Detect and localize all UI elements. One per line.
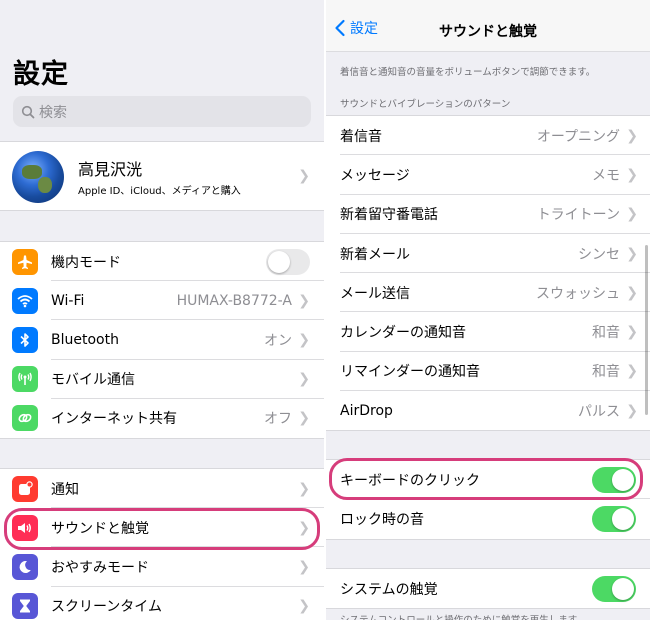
volume-caption: 着信音と通知音の音量をボリュームボタンで調節できます。 (340, 67, 596, 78)
row-label: インターネット共有 (51, 411, 177, 428)
row-label: スクリーンタイム (51, 599, 163, 616)
row-new-mail-tone[interactable]: 新着メール シンセ ❯ (326, 234, 650, 274)
chevron-right-icon: ❯ (298, 292, 310, 309)
row-label: 新着留守番電話 (340, 207, 438, 224)
connectivity-group: 機内モード Wi-Fi HUMAX-B8772-A ❯ Bluetooth オン… (0, 241, 324, 439)
row-bluetooth[interactable]: Bluetooth オン ❯ (0, 320, 324, 360)
row-screen-time[interactable]: スクリーンタイム ❯ (0, 587, 324, 620)
sound-patterns-group: 着信音 オープニング ❯ メッセージ メモ ❯ 新着留守番電話 トライトーン ❯… (326, 115, 650, 432)
row-label: モバイル通信 (51, 372, 135, 389)
row-system-haptics: システムの触覚 (326, 569, 650, 608)
chevron-right-icon: ❯ (626, 363, 638, 380)
row-value: シンセ (578, 246, 620, 263)
system-haptics-toggle[interactable] (592, 575, 636, 602)
chevron-right-icon: ❯ (626, 127, 638, 144)
chevron-right-icon: ❯ (626, 245, 638, 262)
row-lock-sound: ロック時の音 (326, 499, 650, 538)
row-label: ロック時の音 (340, 511, 424, 528)
row-reminder-alerts[interactable]: リマインダーの通知音 和音 ❯ (326, 352, 650, 392)
apple-id-row[interactable]: 高見沢洸 Apple ID、iCloud、メディアと購入 ❯ (0, 141, 324, 211)
search-icon (21, 105, 35, 118)
chevron-right-icon: ❯ (626, 166, 638, 183)
antenna-icon (12, 366, 38, 393)
chevron-right-icon: ❯ (626, 324, 638, 341)
chevron-right-icon: ❯ (626, 402, 638, 419)
row-mobile-data[interactable]: モバイル通信 ❯ (0, 360, 324, 399)
airplane-mode-toggle[interactable] (266, 248, 310, 275)
navigation-bar: 設定 サウンドと触覚 (326, 0, 650, 52)
row-label: AirDrop (340, 402, 393, 419)
row-calendar-alerts[interactable]: カレンダーの通知音 和音 ❯ (326, 312, 650, 352)
row-value: オープニング (536, 128, 620, 145)
row-label: Bluetooth (51, 331, 119, 348)
row-label: システムの触覚 (340, 581, 438, 598)
haptics-group: システムの触覚 (326, 568, 650, 610)
profile-subtitle: Apple ID、iCloud、メディアと購入 (78, 186, 241, 197)
bluetooth-icon (12, 326, 38, 353)
row-label: Wi-Fi (51, 292, 85, 309)
row-label: 新着メール (340, 246, 410, 263)
hourglass-icon (12, 593, 38, 620)
row-label: 機内モード (51, 254, 121, 271)
chevron-right-icon: ❯ (626, 284, 638, 301)
nav-title: サウンドと触覚 (439, 24, 537, 40)
row-value: 和音 (592, 325, 620, 342)
row-label: メッセージ (340, 167, 410, 184)
row-value: 和音 (592, 364, 620, 381)
settings-pane: 設定 検索 高見沢洸 Apple ID、iCloud、メディアと購入 ❯ 機内モ… (0, 0, 324, 620)
chevron-right-icon: ❯ (298, 168, 310, 184)
row-value: オン (264, 332, 292, 349)
row-label: おやすみモード (51, 559, 149, 576)
row-value: HUMAX-B8772-A (176, 292, 292, 309)
row-label: カレンダーの通知音 (340, 325, 466, 342)
row-value: スウォッシュ (536, 285, 620, 302)
row-label: 通知 (51, 481, 79, 498)
search-placeholder: 検索 (39, 104, 67, 121)
row-do-not-disturb[interactable]: おやすみモード ❯ (0, 547, 324, 587)
airplane-icon (12, 248, 38, 275)
sounds-highlight-annotation (4, 508, 320, 550)
row-value: メモ (592, 167, 620, 184)
chevron-right-icon: ❯ (298, 410, 310, 427)
chevron-right-icon: ❯ (298, 371, 310, 388)
row-value: オフ (264, 411, 292, 428)
row-message-tone[interactable]: メッセージ メモ ❯ (326, 155, 650, 195)
row-ringtone[interactable]: 着信音 オープニング ❯ (326, 116, 650, 156)
row-personal-hotspot[interactable]: インターネット共有 オフ ❯ (0, 399, 324, 438)
row-wifi[interactable]: Wi-Fi HUMAX-B8772-A ❯ (0, 281, 324, 321)
keyboard-clicks-highlight-annotation (329, 458, 643, 500)
row-value: トライトーン (536, 207, 620, 224)
moon-icon (12, 553, 38, 580)
page-title: 設定 (13, 59, 69, 90)
avatar (12, 151, 64, 203)
row-label: 着信音 (340, 128, 382, 145)
chevron-right-icon: ❯ (298, 331, 310, 348)
link-icon (12, 405, 38, 432)
row-label: メール送信 (340, 285, 410, 302)
notification-icon (12, 475, 38, 502)
row-label: リマインダーの通知音 (340, 364, 480, 381)
haptics-caption: システムコントロールと操作のために触覚を再生します。 (340, 612, 586, 620)
row-airplane-mode[interactable]: 機内モード (0, 242, 324, 282)
row-airdrop[interactable]: AirDrop パルス ❯ (326, 391, 650, 430)
row-value: パルス (578, 403, 620, 420)
row-notifications[interactable]: 通知 ❯ (0, 469, 324, 509)
search-field[interactable]: 検索 (13, 96, 311, 127)
section-header: サウンドとバイブレーションのパターン (340, 99, 511, 110)
chevron-right-icon: ❯ (298, 558, 310, 575)
sounds-haptics-pane: 設定 サウンドと触覚 着信音と通知音の音量をボリュームボタンで調節できます。 サ… (326, 0, 650, 620)
profile-name: 高見沢洸 (78, 160, 143, 179)
scrollbar[interactable] (645, 245, 648, 415)
chevron-right-icon: ❯ (626, 206, 638, 223)
wifi-icon (12, 287, 38, 314)
row-sent-mail-tone[interactable]: メール送信 スウォッシュ ❯ (326, 273, 650, 313)
chevron-right-icon: ❯ (298, 480, 310, 497)
row-voicemail-tone[interactable]: 新着留守番電話 トライトーン ❯ (326, 195, 650, 234)
lock-sound-toggle[interactable] (592, 505, 636, 532)
chevron-right-icon: ❯ (298, 598, 310, 615)
